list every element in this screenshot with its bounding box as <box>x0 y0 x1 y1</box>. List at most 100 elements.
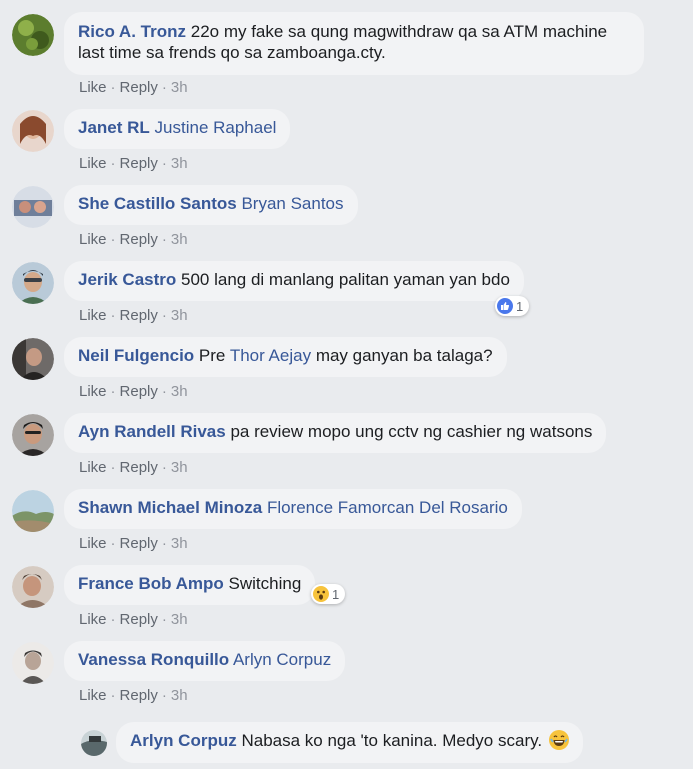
separator: · <box>161 231 167 248</box>
laughing-emoji-icon <box>548 730 569 750</box>
separator: · <box>161 155 167 172</box>
separator: · <box>161 459 167 476</box>
reply-link[interactable]: Reply <box>120 611 158 628</box>
comment-author[interactable]: Shawn Michael Minoza <box>78 498 262 517</box>
comment-bubble: Neil Fulgencio Pre Thor Aejay may ganyan… <box>64 337 507 377</box>
tagged-user[interactable]: Arlyn Corpuz <box>233 650 331 669</box>
comment-author[interactable]: Janet RL <box>78 118 150 137</box>
reaction-badge[interactable]: 1 <box>311 584 346 604</box>
comment-author[interactable]: France Bob Ampo <box>78 574 224 593</box>
avatar[interactable] <box>81 730 107 756</box>
comment-text: 22o my fake sa qung magwithdraw qa sa AT… <box>190 22 608 41</box>
reaction-count: 1 <box>516 298 524 314</box>
separator: · <box>161 307 167 324</box>
comment-actions: Like · Reply · 3h <box>79 459 188 477</box>
comment-bubble: Vanessa Ronquillo Arlyn Corpuz <box>64 641 346 681</box>
reaction-count: 1 <box>332 586 340 602</box>
separator: · <box>161 611 167 628</box>
tagged-user[interactable]: Florence Famorcan Del Rosario <box>267 498 508 517</box>
tagged-user[interactable]: Thor Aejay <box>230 346 311 365</box>
avatar[interactable] <box>12 642 54 684</box>
separator: · <box>110 79 116 96</box>
avatar[interactable] <box>12 14 54 56</box>
wow-reaction-icon <box>313 586 329 602</box>
comment-author[interactable]: Rico A. Tronz <box>78 22 186 41</box>
like-link[interactable]: Like <box>79 79 107 96</box>
like-link[interactable]: Like <box>79 687 107 704</box>
tagged-user[interactable]: Bryan Santos <box>241 194 343 213</box>
like-link[interactable]: Like <box>79 611 107 628</box>
comment-timestamp[interactable]: 3h <box>171 79 188 96</box>
like-link[interactable]: Like <box>79 155 107 172</box>
comment-timestamp[interactable]: 3h <box>171 155 188 172</box>
comment-bubble: France Bob Ampo Switching <box>64 565 316 605</box>
reply-link[interactable]: Reply <box>120 459 158 476</box>
separator: · <box>110 459 116 476</box>
separator: · <box>110 155 116 172</box>
comment-timestamp[interactable]: 3h <box>171 535 188 552</box>
separator: · <box>161 79 167 96</box>
comment-timestamp[interactable]: 3h <box>171 307 188 324</box>
comment-author[interactable]: She Castillo Santos <box>78 194 237 213</box>
reply-link[interactable]: Reply <box>120 79 158 96</box>
reply-link[interactable]: Reply <box>120 687 158 704</box>
comment-bubble: Arlyn Corpuz Nabasa ko nga 'to kanina. M… <box>116 722 583 763</box>
comment-bubble: Ayn Randell Rivas pa review mopo ung cct… <box>64 413 607 453</box>
comment-timestamp[interactable]: 3h <box>171 383 188 400</box>
comment-author[interactable]: Ayn Randell Rivas <box>78 422 226 441</box>
comment-timestamp[interactable]: 3h <box>171 687 188 704</box>
comment-bubble: Rico A. Tronz 22o my fake sa qung magwit… <box>64 12 644 75</box>
separator: · <box>110 611 116 628</box>
comment-text: pa review mopo ung cctv ng cashier ng wa… <box>230 422 593 441</box>
separator: · <box>161 535 167 552</box>
separator: · <box>110 535 116 552</box>
avatar[interactable] <box>12 414 54 456</box>
comment-bubble: Jerik Castro 500 lang di manlang palitan… <box>64 261 524 301</box>
reply-link[interactable]: Reply <box>120 307 158 324</box>
like-link[interactable]: Like <box>79 535 107 552</box>
comment-text: 500 lang di manlang palitan yaman yan bd… <box>181 270 510 289</box>
comment-text: Pre <box>198 346 226 365</box>
comment-actions: Like · Reply · 3h <box>79 383 188 401</box>
like-link[interactable]: Like <box>79 459 107 476</box>
comment-actions: Like · Reply · 3h <box>79 687 188 705</box>
thumbs-up-icon <box>497 298 513 314</box>
reply-link[interactable]: Reply <box>120 155 158 172</box>
comment-actions: Like · Reply · 3h <box>79 535 188 553</box>
separator: · <box>110 231 116 248</box>
comment-author[interactable]: Vanessa Ronquillo <box>78 650 229 669</box>
comment-timestamp[interactable]: 3h <box>171 459 188 476</box>
comment-bubble: She Castillo Santos Bryan Santos <box>64 185 358 225</box>
reaction-badge[interactable]: 1 <box>495 296 530 316</box>
comment-timestamp[interactable]: 3h <box>171 611 188 628</box>
tagged-user[interactable]: Justine Raphael <box>155 118 277 137</box>
comment-bubble: Shawn Michael Minoza Florence Famorcan D… <box>64 489 522 529</box>
separator: · <box>161 687 167 704</box>
separator: · <box>110 307 116 324</box>
comment-author[interactable]: Arlyn Corpuz <box>130 731 237 750</box>
avatar[interactable] <box>12 338 54 380</box>
avatar[interactable] <box>12 262 54 304</box>
comment-actions: Like · Reply · 3h <box>79 307 188 325</box>
avatar[interactable] <box>12 566 54 608</box>
reply-link[interactable]: Reply <box>120 383 158 400</box>
reply-link[interactable]: Reply <box>120 535 158 552</box>
comment-thread: Rico A. Tronz 22o my fake sa qung magwit… <box>0 0 693 769</box>
like-link[interactable]: Like <box>79 383 107 400</box>
like-link[interactable]: Like <box>79 307 107 324</box>
separator: · <box>110 687 116 704</box>
comment-author[interactable]: Neil Fulgencio <box>78 346 194 365</box>
separator: · <box>161 383 167 400</box>
avatar[interactable] <box>12 110 54 152</box>
comment-actions: Like · Reply · 3h <box>79 155 188 173</box>
separator: · <box>110 383 116 400</box>
avatar[interactable] <box>12 490 54 532</box>
comment-timestamp[interactable]: 3h <box>171 231 188 248</box>
comment-text: last time sa frends qo sa zamboanga.cty. <box>78 43 386 62</box>
comment-author[interactable]: Jerik Castro <box>78 270 176 289</box>
avatar[interactable] <box>12 186 54 228</box>
like-link[interactable]: Like <box>79 231 107 248</box>
comment-actions: Like · Reply · 3h <box>79 79 188 97</box>
comment-actions: Like · Reply · 3h <box>79 231 188 249</box>
reply-link[interactable]: Reply <box>120 231 158 248</box>
